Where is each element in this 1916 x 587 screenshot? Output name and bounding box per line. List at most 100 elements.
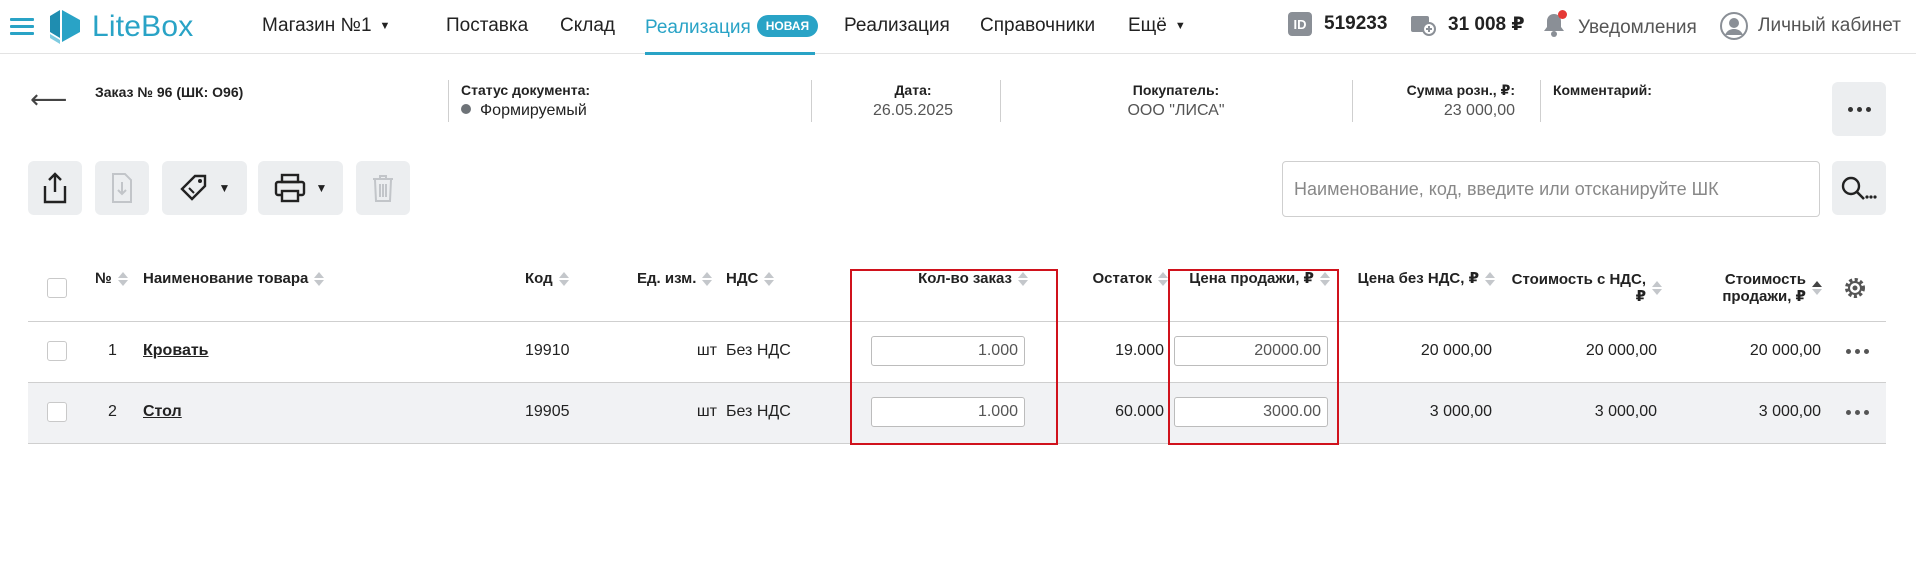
divider <box>811 80 812 122</box>
gear-icon[interactable] <box>1843 276 1867 300</box>
nav-more-label: Ещё <box>1128 15 1167 36</box>
row-checkbox[interactable] <box>47 402 67 422</box>
column-header-label: ₽ <box>1635 288 1646 305</box>
new-badge: НОВАЯ <box>756 15 819 37</box>
litebox-logo-icon <box>50 10 80 44</box>
column-header-label: продажи, ₽ <box>1722 288 1806 305</box>
row-more-icon[interactable] <box>1844 349 1871 354</box>
row-num: 2 <box>108 403 117 420</box>
personal-cabinet[interactable]: Личный кабинет <box>1720 12 1901 40</box>
sort-icon <box>314 272 325 287</box>
unit: шт <box>696 342 717 359</box>
price-column-highlight <box>1168 269 1339 445</box>
status-text: Формируемый <box>480 102 587 119</box>
sum-value: 23 000,00 <box>1443 102 1515 119</box>
stock: 60.000 <box>1115 403 1164 420</box>
import-button[interactable] <box>95 161 149 215</box>
comment-label: Комментарий: <box>1553 82 1652 98</box>
vat: Без НДС <box>726 342 791 359</box>
column-header-label: Код <box>525 270 553 287</box>
sort-icon <box>558 272 569 287</box>
document-download-icon <box>112 173 132 203</box>
search-icon <box>1841 176 1877 200</box>
cost-vat: 20 000,00 <box>1585 342 1657 359</box>
cabinet-label: Личный кабинет <box>1758 15 1901 36</box>
column-header-label: Стоимость <box>1724 271 1806 288</box>
select-all-checkbox[interactable] <box>47 278 67 298</box>
column-header-name[interactable]: Наименование товара <box>143 270 325 287</box>
column-header-label: № <box>95 270 112 287</box>
column-header-code[interactable]: Код <box>525 270 569 287</box>
sort-icon <box>702 272 713 287</box>
column-header-label: Наименование товара <box>143 270 309 287</box>
column-header-num[interactable]: № <box>95 270 128 287</box>
divider <box>1000 80 1001 122</box>
price-novat: 3 000,00 <box>1429 403 1492 420</box>
buyer-value[interactable]: ООО "ЛИСА" <box>1010 102 1342 120</box>
sort-icon <box>1485 272 1495 287</box>
store-selector[interactable]: Магазин №1 ▼ <box>262 15 390 37</box>
column-header-label: НДС <box>726 270 759 287</box>
nav-warehouse[interactable]: Склад <box>560 15 615 37</box>
balance-value: 31 008 ₽ <box>1448 13 1525 35</box>
search-button[interactable] <box>1832 161 1886 215</box>
back-arrow-icon[interactable]: ⟵ <box>30 84 67 115</box>
active-tab-indicator <box>645 52 815 55</box>
row-checkbox[interactable] <box>47 341 67 361</box>
print-button[interactable]: ▼ <box>258 161 343 215</box>
notifications[interactable]: Уведомления <box>1542 10 1697 44</box>
product-name-link[interactable]: Стол <box>143 403 182 421</box>
nav-sales-new[interactable]: Реализация НОВАЯ <box>645 15 819 39</box>
row-more-icon[interactable] <box>1844 410 1871 415</box>
search-input[interactable] <box>1282 161 1820 217</box>
nav-supply[interactable]: Поставка <box>446 15 528 37</box>
cost-sale: 3 000,00 <box>1758 403 1821 420</box>
column-header-cost-vat[interactable]: Стоимость с НДС, ₽ <box>1500 271 1662 305</box>
trash-icon <box>373 175 393 202</box>
status-value[interactable]: Формируемый <box>461 102 587 120</box>
nav-warehouse-label: Склад <box>560 15 615 36</box>
unit: шт <box>696 403 717 420</box>
wallet-icon <box>1411 16 1436 36</box>
nav-sales[interactable]: Реализация <box>844 15 950 37</box>
export-button[interactable] <box>28 161 82 215</box>
status-label: Статус документа: <box>461 82 591 98</box>
column-header-price-novat[interactable]: Цена без НДС, ₽ <box>1345 270 1495 287</box>
column-header-unit[interactable]: Ед. изм. <box>637 270 713 287</box>
nav-more[interactable]: Ещё ▼ <box>1128 15 1186 37</box>
nav-references[interactable]: Справочники <box>980 15 1095 37</box>
balance[interactable]: 31 008 ₽ <box>1410 12 1525 36</box>
sort-icon <box>1158 272 1168 287</box>
chevron-down-icon: ▼ <box>315 181 328 195</box>
bell-icon <box>1542 10 1567 44</box>
delete-button[interactable] <box>356 161 410 215</box>
column-header-vat[interactable]: НДС <box>726 270 775 287</box>
product-name-link[interactable]: Кровать <box>143 342 209 360</box>
column-header-cost-sale[interactable]: Стоимость продажи, ₽ <box>1680 271 1822 305</box>
notification-dot <box>1558 10 1567 19</box>
nav-supply-label: Поставка <box>446 15 529 36</box>
account-id-value: 519233 <box>1324 13 1388 34</box>
account-id: ID 519233 <box>1288 12 1387 36</box>
menu-icon[interactable] <box>10 18 34 36</box>
vat: Без НДС <box>726 403 791 420</box>
divider <box>448 80 449 122</box>
price-tag-icon <box>179 174 206 201</box>
sort-icon <box>1652 281 1662 295</box>
chevron-down-icon: ▼ <box>1174 20 1186 32</box>
document-more-button[interactable] <box>1832 82 1886 136</box>
status-dot-icon <box>461 104 471 114</box>
printer-icon <box>274 173 305 203</box>
stock: 19.000 <box>1115 342 1164 359</box>
buyer-label: Покупатель: <box>1132 82 1220 98</box>
cost-sale: 20 000,00 <box>1749 342 1821 359</box>
column-header-stock[interactable]: Остаток <box>1060 270 1168 287</box>
price-novat: 20 000,00 <box>1420 342 1492 359</box>
user-avatar-icon <box>1720 12 1748 40</box>
date-value[interactable]: 26.05.2025 <box>831 102 995 120</box>
sort-icon <box>764 272 775 287</box>
document-title: Заказ № 96 (ШК: О96) <box>95 84 244 100</box>
litebox-logo[interactable]: LiteBox <box>46 8 193 46</box>
divider <box>1540 80 1541 122</box>
price-tag-button[interactable]: ▼ <box>162 161 247 215</box>
